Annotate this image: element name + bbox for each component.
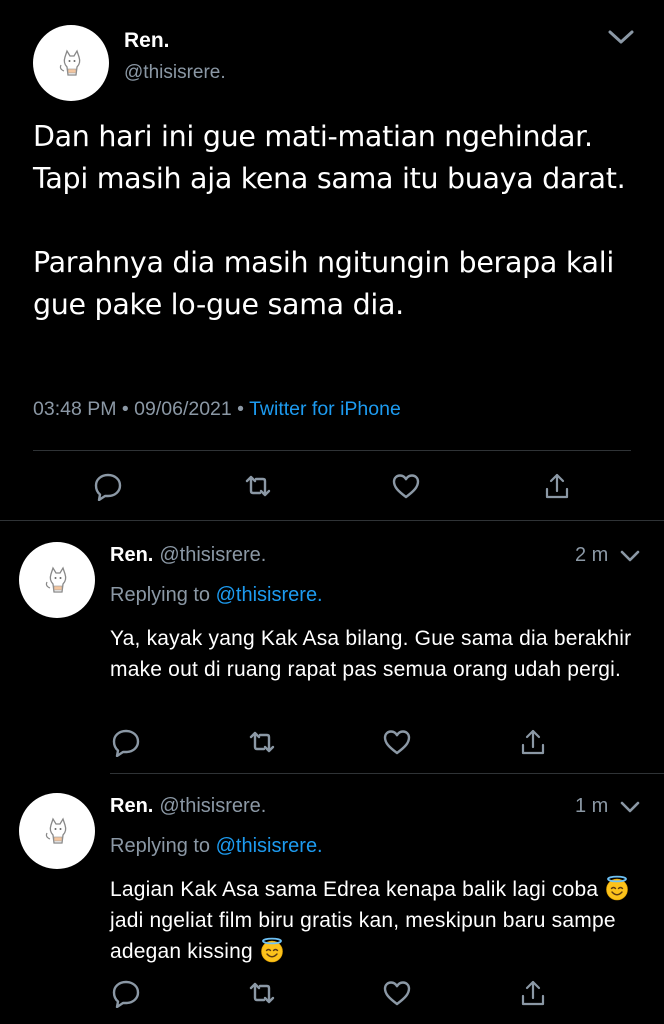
- cat-avatar-icon: [45, 817, 67, 844]
- share-icon: [545, 473, 569, 499]
- share-icon: [521, 729, 545, 755]
- like-button[interactable]: [381, 726, 413, 758]
- retweet-button[interactable]: [242, 470, 274, 502]
- reply-author[interactable]: Ren. @thisisrere.: [110, 795, 266, 818]
- tweet-date: 09/06/2021: [134, 398, 232, 420]
- divider: [33, 450, 631, 451]
- heart-icon: [383, 981, 411, 1006]
- reply-text-part: Lagian Kak Asa sama Edrea kenapa balik l…: [110, 878, 599, 901]
- replying-label: Replying to: [110, 835, 211, 857]
- speech-bubble-icon: [112, 980, 140, 1008]
- like-button[interactable]: [390, 470, 422, 502]
- display-name[interactable]: Ren.: [110, 544, 153, 566]
- share-icon: [521, 980, 545, 1006]
- reply-author[interactable]: Ren. @thisisrere.: [110, 544, 266, 567]
- retweet-icon: [249, 731, 275, 753]
- speech-bubble-icon: [112, 729, 140, 757]
- avatar[interactable]: [19, 542, 95, 618]
- retweet-button[interactable]: [246, 726, 278, 758]
- retweet-icon: [245, 475, 271, 497]
- meta-separator: •: [116, 398, 135, 420]
- share-button[interactable]: [517, 726, 549, 758]
- cat-avatar-icon: [45, 566, 67, 593]
- reply-text: Lagian Kak Asa sama Edrea kenapa balik l…: [110, 874, 650, 967]
- chevron-down-icon[interactable]: [620, 799, 640, 815]
- reply-button[interactable]: [110, 977, 142, 1009]
- chevron-down-icon[interactable]: [607, 26, 635, 48]
- reply-time: 2 m: [575, 544, 609, 566]
- cat-avatar-icon: [59, 49, 81, 76]
- speech-bubble-icon: [94, 473, 122, 501]
- heart-icon: [392, 474, 420, 499]
- retweet-button[interactable]: [246, 977, 278, 1009]
- reply-text-part: jadi ngeliat film biru gratis kan, meski…: [110, 909, 616, 963]
- reply-button[interactable]: [110, 726, 142, 758]
- reply-time: 1 m: [575, 795, 609, 817]
- like-button[interactable]: [381, 977, 413, 1009]
- retweet-icon: [249, 982, 275, 1004]
- replying-to-line: Replying to @thisisrere.: [110, 584, 323, 607]
- display-name[interactable]: Ren.: [110, 795, 153, 817]
- reply-tweet[interactable]: Ren. @thisisrere. 1 m Replying to @thisis…: [0, 774, 664, 1024]
- tweet-text: Dan hari ini gue mati-matian ngehindar. …: [33, 120, 626, 321]
- replying-label: Replying to: [110, 584, 211, 606]
- smiling-face-with-halo-icon: [606, 875, 629, 901]
- chevron-down-icon[interactable]: [620, 548, 640, 564]
- tweet-meta: 03:48 PM • 09/06/2021 • Twitter for iPho…: [33, 398, 401, 421]
- replying-mention-link[interactable]: @thisisrere.: [216, 835, 323, 857]
- reply-button[interactable]: [92, 470, 124, 502]
- smiling-face-with-halo-icon: [261, 937, 283, 963]
- heart-icon: [383, 730, 411, 755]
- meta-separator: •: [231, 398, 250, 420]
- username-handle[interactable]: @thisisrere.: [159, 795, 266, 817]
- tweet-time: 03:48 PM: [33, 398, 117, 420]
- reply-tweet[interactable]: Ren. @thisisrere. 2 m Replying to @thisis…: [0, 521, 664, 773]
- share-button[interactable]: [517, 977, 549, 1009]
- replying-mention-link[interactable]: @thisisrere.: [216, 584, 323, 606]
- main-tweet: Ren. @thisisrere. Dan hari ini gue mati-…: [0, 0, 664, 520]
- username-handle[interactable]: @thisisrere.: [159, 544, 266, 566]
- avatar[interactable]: [33, 25, 109, 101]
- replying-to-line: Replying to @thisisrere.: [110, 835, 323, 858]
- tweet-source-link[interactable]: Twitter for iPhone: [249, 398, 401, 420]
- display-name[interactable]: Ren.: [124, 29, 170, 53]
- avatar[interactable]: [19, 793, 95, 869]
- username-handle[interactable]: @thisisrere.: [124, 62, 226, 84]
- share-button[interactable]: [541, 470, 573, 502]
- reply-text: Ya, kayak yang Kak Asa bilang. Gue sama …: [110, 627, 632, 681]
